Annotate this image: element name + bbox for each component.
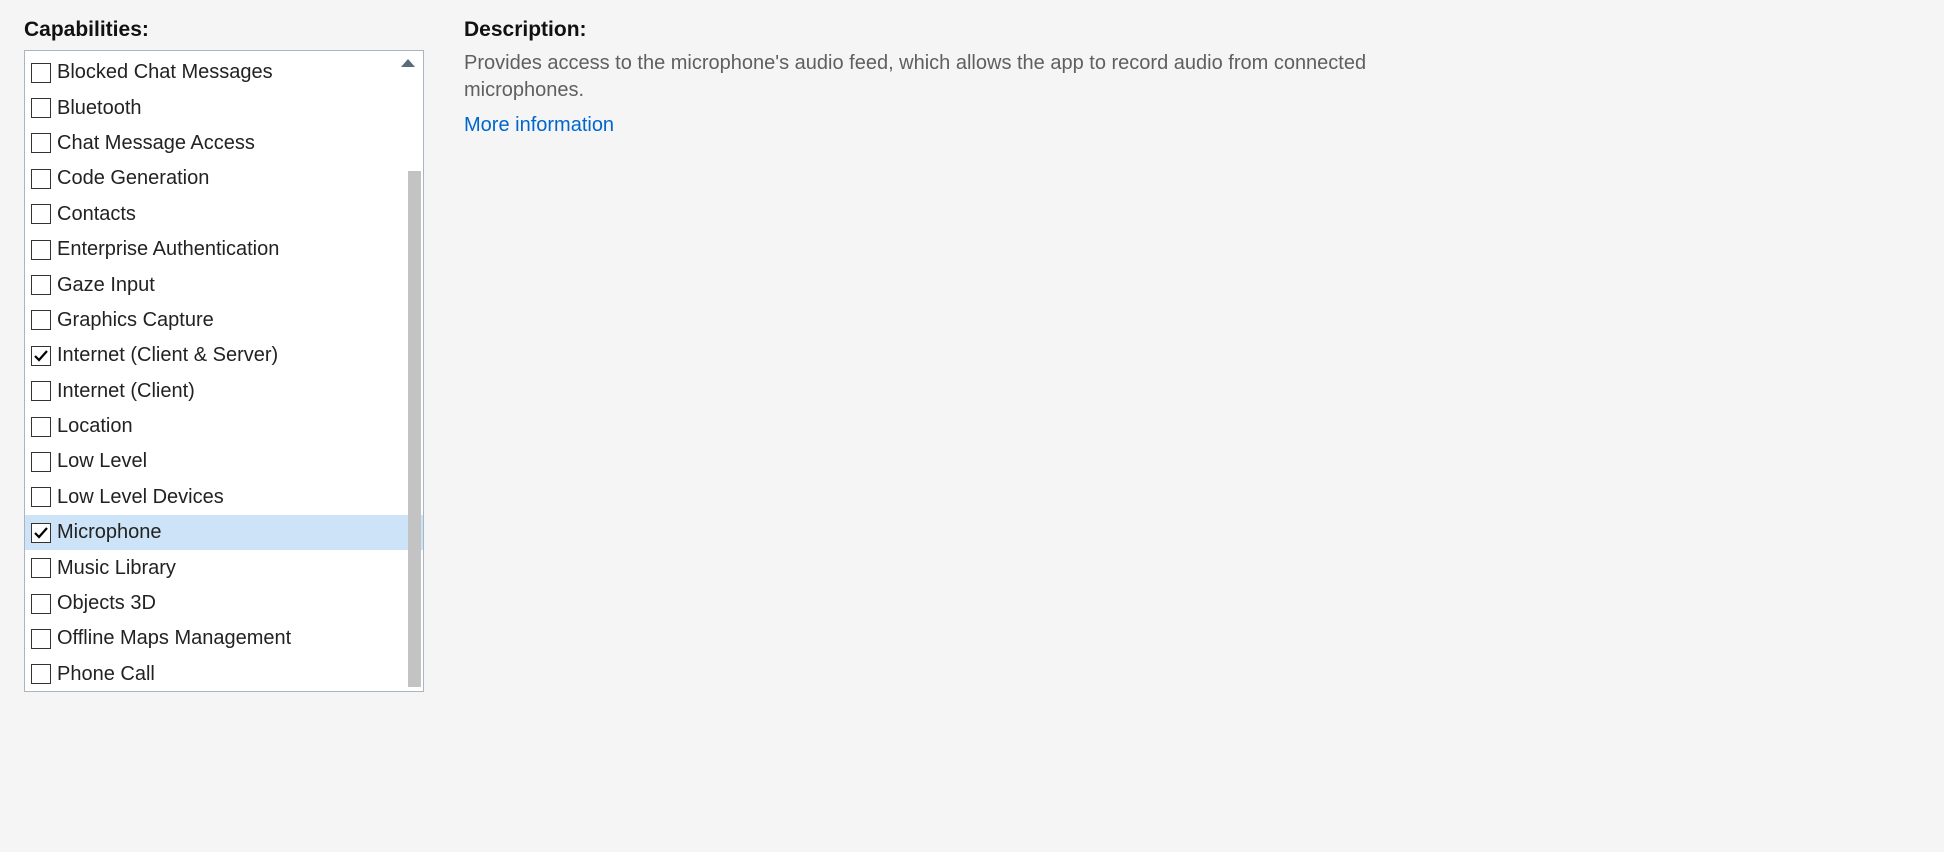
capability-label: Location [57, 415, 133, 438]
capability-label: Microphone [57, 521, 162, 544]
capability-row[interactable]: Bluetooth [25, 90, 423, 125]
capability-checkbox[interactable] [31, 452, 51, 472]
capability-checkbox[interactable] [31, 133, 51, 153]
capability-label: Objects 3D [57, 592, 156, 615]
capability-row[interactable]: Graphics Capture [25, 303, 423, 338]
scrollbar-thumb[interactable] [408, 171, 421, 687]
capability-row[interactable]: Contacts [25, 197, 423, 232]
capability-checkbox[interactable] [31, 346, 51, 366]
capability-checkbox[interactable] [31, 63, 51, 83]
capability-label: Music Library [57, 557, 176, 580]
capability-label: Chat Message Access [57, 132, 255, 155]
capability-row[interactable]: Phone Call [25, 657, 423, 691]
capability-checkbox[interactable] [31, 204, 51, 224]
capability-row[interactable]: Low Level Devices [25, 480, 423, 515]
capability-row[interactable]: Internet (Client) [25, 374, 423, 409]
capability-label: Internet (Client & Server) [57, 344, 278, 367]
capability-row[interactable]: Blocked Chat Messages [25, 55, 423, 90]
capability-row[interactable]: Low Level [25, 444, 423, 479]
capability-checkbox[interactable] [31, 523, 51, 543]
capability-checkbox[interactable] [31, 487, 51, 507]
capability-label: Phone Call [57, 663, 155, 686]
capability-checkbox[interactable] [31, 169, 51, 189]
capability-checkbox[interactable] [31, 98, 51, 118]
capability-row[interactable]: Chat Message Access [25, 126, 423, 161]
capability-row[interactable]: Enterprise Authentication [25, 232, 423, 267]
capability-checkbox[interactable] [31, 629, 51, 649]
capabilities-listbox[interactable]: Blocked Chat Messages Bluetooth Chat Messa… [24, 50, 424, 692]
capability-checkbox[interactable] [31, 275, 51, 295]
capability-label: Code Generation [57, 167, 209, 190]
capability-row[interactable]: Objects 3D [25, 586, 423, 621]
capability-label: Low Level [57, 450, 147, 473]
capability-label: Graphics Capture [57, 309, 214, 332]
capabilities-heading: Capabilities: [24, 18, 424, 42]
capability-label: Offline Maps Management [57, 627, 291, 650]
capability-label: Low Level Devices [57, 486, 224, 509]
capability-checkbox[interactable] [31, 664, 51, 684]
capability-row[interactable]: Code Generation [25, 161, 423, 196]
capability-row[interactable]: Music Library [25, 550, 423, 585]
capability-checkbox[interactable] [31, 558, 51, 578]
capability-row[interactable]: Location [25, 409, 423, 444]
capability-label: Contacts [57, 203, 136, 226]
capability-label: Blocked Chat Messages [57, 61, 273, 84]
capability-row[interactable]: Microphone [25, 515, 423, 550]
capability-label: Gaze Input [57, 274, 155, 297]
capability-checkbox[interactable] [31, 240, 51, 260]
capability-checkbox[interactable] [31, 594, 51, 614]
capability-label: Internet (Client) [57, 380, 195, 403]
description-text: Provides access to the microphone's audi… [464, 50, 1404, 104]
capability-row[interactable]: Gaze Input [25, 267, 423, 302]
capability-checkbox[interactable] [31, 417, 51, 437]
scroll-up-arrow-icon[interactable] [401, 59, 415, 67]
capability-row[interactable]: Internet (Client & Server) [25, 338, 423, 373]
description-heading: Description: [464, 18, 1920, 42]
capability-checkbox[interactable] [31, 310, 51, 330]
more-information-link[interactable]: More information [464, 114, 1920, 137]
capability-label: Enterprise Authentication [57, 238, 279, 261]
capability-row[interactable]: Offline Maps Management [25, 621, 423, 656]
capability-label: Bluetooth [57, 97, 142, 120]
capability-checkbox[interactable] [31, 381, 51, 401]
